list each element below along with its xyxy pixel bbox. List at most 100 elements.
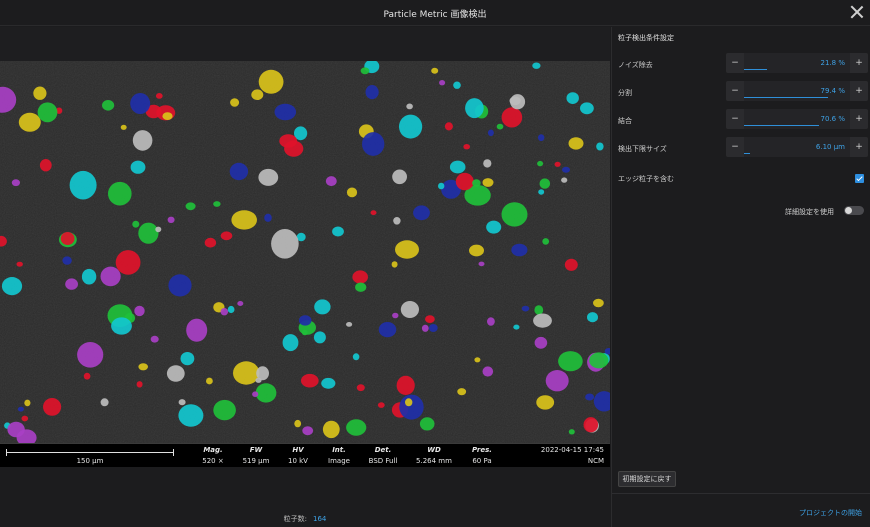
particle (360, 67, 370, 75)
viewer-top-margin (0, 27, 610, 61)
particle (400, 301, 419, 318)
min-size-slider[interactable]: − 6.10 μm + (726, 137, 868, 157)
particle (513, 324, 520, 330)
particle (566, 92, 579, 104)
particle (453, 81, 461, 89)
merge-decrement-button[interactable]: − (726, 109, 744, 129)
particle (314, 299, 331, 315)
particle (7, 421, 25, 438)
reset-defaults-button[interactable]: 初期設定に戻す (618, 471, 676, 487)
particle (585, 393, 595, 401)
particle (168, 274, 192, 297)
min-size-value[interactable]: 6.10 μm (816, 143, 845, 151)
noise-value[interactable]: 21.8 % (821, 59, 845, 67)
min-size-fill (744, 153, 751, 154)
particle (17, 406, 24, 412)
merge-value[interactable]: 70.6 % (821, 115, 845, 123)
particle (538, 189, 545, 195)
start-project-button[interactable]: プロジェクトの開始 (799, 508, 862, 518)
particle (399, 114, 423, 139)
particle (132, 130, 153, 151)
merge-label: 結合 (618, 117, 632, 125)
particle (21, 415, 29, 422)
noise-track[interactable]: 21.8 % (744, 53, 850, 73)
particle-count: 粒子数: 164 (0, 514, 610, 524)
title-bar: Particle Metric 画像検出 (0, 0, 870, 26)
split-value[interactable]: 79.4 % (821, 87, 845, 95)
particle (155, 93, 163, 99)
particle (396, 375, 415, 395)
particle (405, 398, 413, 407)
split-increment-button[interactable]: + (850, 81, 868, 101)
min-size-increment-button[interactable]: + (850, 137, 868, 157)
particle (438, 182, 445, 190)
particle (81, 268, 97, 285)
close-icon[interactable] (850, 5, 864, 19)
advanced-settings-toggle[interactable] (844, 206, 864, 215)
particle (561, 177, 568, 183)
particle (589, 352, 609, 369)
databar-wd: WD 5.264 mm (416, 446, 452, 465)
site-text: NCM (587, 457, 604, 465)
particle (227, 305, 235, 314)
particle (136, 381, 143, 388)
particle (332, 226, 344, 237)
particle (478, 261, 485, 267)
merge-fill (744, 125, 819, 126)
particle (444, 122, 453, 131)
merge-increment-button[interactable]: + (850, 109, 868, 129)
particle (352, 270, 369, 284)
split-fill (744, 97, 829, 98)
particle (69, 170, 97, 200)
noise-slider[interactable]: − 21.8 % + (726, 53, 868, 73)
particle (1, 277, 23, 296)
particle (322, 420, 340, 439)
particle (558, 351, 583, 372)
image-viewer[interactable]: 150 μm Mag. 520 × FW 519 μm HV 10 kV Int. Im… (0, 27, 610, 467)
particle (365, 85, 379, 100)
split-decrement-button[interactable]: − (726, 81, 744, 101)
edge-particles-checkbox[interactable] (855, 174, 864, 183)
particle (421, 324, 429, 332)
particle (395, 240, 419, 259)
panel-divider (612, 493, 870, 494)
particle (413, 205, 430, 221)
particle (474, 357, 481, 363)
particle (150, 335, 159, 343)
particle (391, 261, 398, 268)
min-size-label: 検出下限サイズ (618, 145, 667, 153)
min-size-decrement-button[interactable]: − (726, 137, 744, 157)
noise-increment-button[interactable]: + (850, 53, 868, 73)
particle (457, 388, 467, 396)
particle (469, 244, 484, 257)
panel-title: 粒子検出条件設定 (618, 34, 674, 42)
particle (120, 124, 127, 130)
merge-track[interactable]: 70.6 % (744, 109, 850, 129)
noise-fill (744, 69, 768, 70)
particle (213, 201, 221, 207)
particle (554, 161, 561, 167)
particle (77, 342, 104, 368)
split-track[interactable]: 79.4 % (744, 81, 850, 101)
particle-count-label: 粒子数: (283, 515, 307, 523)
particle (449, 160, 466, 174)
min-size-track[interactable]: 6.10 μm (744, 137, 850, 157)
sem-databar: 150 μm Mag. 520 × FW 519 μm HV 10 kV Int. Im… (0, 443, 610, 467)
noise-decrement-button[interactable]: − (726, 53, 744, 73)
particle (564, 258, 578, 271)
split-slider[interactable]: − 79.4 % + (726, 81, 868, 101)
particle (302, 426, 314, 436)
particle (431, 67, 439, 74)
merge-slider[interactable]: − 70.6 % + (726, 109, 868, 129)
particle (501, 107, 523, 128)
particle (102, 100, 115, 111)
advanced-settings-label: 詳細設定を使用 (785, 208, 834, 216)
particle (134, 305, 145, 317)
particle (482, 366, 494, 377)
particle (533, 313, 552, 328)
particle (130, 160, 146, 174)
particle (455, 172, 474, 191)
particle (178, 404, 204, 427)
particle (271, 229, 299, 259)
particle (346, 187, 358, 198)
